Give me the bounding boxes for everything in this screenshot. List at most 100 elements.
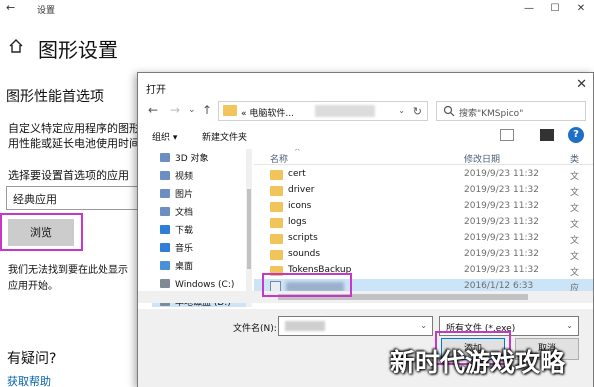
desktop-icon <box>160 261 170 270</box>
video-icon <box>160 171 170 180</box>
preview-pane-icon[interactable] <box>540 129 554 141</box>
file-name: logs <box>288 217 307 227</box>
dialog-title: 打开 <box>146 85 166 96</box>
horizontal-scrollbar[interactable] <box>138 291 593 303</box>
documents-icon <box>160 207 170 216</box>
back-arrow-icon[interactable]: ← <box>6 1 15 14</box>
dialog-close-button[interactable]: ✕ <box>576 77 587 92</box>
help-icon[interactable]: ? <box>568 127 584 143</box>
nav-item-label: 下载 <box>175 226 194 236</box>
file-date: 2019/9/23 11:32 <box>464 217 539 227</box>
window-controls: — ☐ ✕ <box>516 0 594 18</box>
file-list-header: ^ 名称 修改日期 类 <box>254 149 593 165</box>
blurred-path <box>315 105 375 117</box>
table-row[interactable]: icons 2019/9/23 11:32 文 <box>254 199 593 215</box>
nav-item-label: 音乐 <box>175 244 194 254</box>
browse-button[interactable]: 浏览 <box>8 219 74 246</box>
file-type: 文 <box>570 220 580 230</box>
settings-titlebar: ← 设置 — ☐ ✕ <box>0 0 594 18</box>
close-button[interactable]: ✕ <box>568 0 594 18</box>
description-line: 用性能或延长电池使用时间 <box>8 137 138 150</box>
address-dropdown-icon[interactable]: ⌄ <box>398 106 405 115</box>
file-type: 文 <box>570 188 580 198</box>
address-path: « 电脑软件... <box>241 109 294 119</box>
refresh-icon[interactable]: ↻ <box>413 105 422 118</box>
file-date: 2019/9/23 11:32 <box>464 169 539 179</box>
nav-item-music[interactable]: 音乐 <box>160 241 193 257</box>
file-date: 2019/9/23 11:32 <box>464 265 539 275</box>
folder-icon <box>270 170 283 180</box>
open-file-dialog: 打开 ✕ ← → ⌄ ↑ « 电脑软件... ⌄ ↻ 搜索"KMSpico" 组… <box>137 72 594 387</box>
folder-icon <box>270 202 283 212</box>
minimize-button[interactable]: — <box>516 0 542 18</box>
section-title: 图形性能首选项 <box>6 89 104 105</box>
up-icon[interactable]: ↑ <box>202 103 212 117</box>
file-date: 2019/9/23 11:32 <box>464 249 539 259</box>
nav-item-label: Windows (C:) <box>175 280 235 290</box>
nav-item-label: 视频 <box>175 172 194 182</box>
search-placeholder: 搜索"KMSpico" <box>459 109 524 119</box>
app-type-select[interactable]: 经典应用 <box>6 186 140 210</box>
file-name: scripts <box>288 233 318 243</box>
file-type: 文 <box>570 236 580 246</box>
nav-item-pictures[interactable]: 图片 <box>160 187 193 203</box>
folder-icon <box>270 250 283 260</box>
nav-item-3d-objects[interactable]: 3D 对象 <box>160 151 209 167</box>
view-options-icon[interactable] <box>500 129 514 141</box>
organize-menu[interactable]: 组织 ▾ <box>152 130 177 143</box>
watermark-text: 新时代游戏攻略 <box>390 348 566 377</box>
app-select-label: 选择要设置首选项的应用 <box>8 169 129 182</box>
file-name: icons <box>288 201 312 211</box>
3d-objects-icon <box>160 153 170 162</box>
file-name: cert <box>288 169 306 179</box>
file-name: sounds <box>288 249 321 259</box>
file-date: 2019/9/23 11:32 <box>464 185 539 195</box>
description-line: 自定义特定应用程序的图形 <box>8 122 138 135</box>
navigation-pane: 3D 对象 视频 图片 文档 下载 音乐 桌面 Windows (C:) 本地磁… <box>138 149 252 307</box>
forward-icon[interactable]: → <box>170 103 180 117</box>
pictures-icon <box>160 189 170 198</box>
table-row[interactable]: sounds 2019/9/23 11:32 文 <box>254 247 593 263</box>
nav-item-label: 文档 <box>175 208 194 218</box>
column-name[interactable]: 名称 <box>270 152 288 165</box>
message-line: 我们无法找到要在此处显示 <box>8 265 128 276</box>
folder-icon <box>223 105 237 116</box>
nav-item-label: 图片 <box>175 190 194 200</box>
nav-item-desktop[interactable]: 桌面 <box>160 259 193 275</box>
drive-icon <box>160 279 170 288</box>
nav-item-videos[interactable]: 视频 <box>160 169 193 185</box>
folder-icon <box>270 186 283 196</box>
filename-input[interactable]: ⌄ <box>278 316 433 336</box>
file-name: driver <box>288 185 315 195</box>
maximize-button[interactable]: ☐ <box>542 0 568 18</box>
file-date: 2016/1/12 6:33 <box>464 281 534 291</box>
column-date[interactable]: 修改日期 <box>464 152 500 165</box>
table-row[interactable]: cert 2019/9/23 11:32 文 <box>254 167 593 183</box>
section-description: 自定义特定应用程序的图形 用性能或延长电池使用时间 <box>8 121 138 151</box>
address-bar[interactable]: « 电脑软件... ⌄ ↻ <box>218 101 428 121</box>
nav-scroll-thumb[interactable] <box>247 189 251 269</box>
table-row[interactable]: logs 2019/9/23 11:32 文 <box>254 215 593 231</box>
questions-heading: 有疑问? <box>7 351 57 367</box>
new-folder-button[interactable]: 新建文件夹 <box>202 130 247 143</box>
page-title: 图形设置 <box>38 38 118 62</box>
nav-item-documents[interactable]: 文档 <box>160 205 193 221</box>
nav-scrollbar[interactable] <box>246 149 252 307</box>
nav-item-label: 桌面 <box>175 262 194 272</box>
blurred-filename <box>285 321 325 331</box>
nav-item-label: 3D 对象 <box>175 154 209 164</box>
nav-item-downloads[interactable]: 下载 <box>160 223 193 239</box>
column-type[interactable]: 类 <box>570 152 579 165</box>
back-icon[interactable]: ← <box>148 103 158 117</box>
table-row[interactable]: driver 2019/9/23 11:32 文 <box>254 183 593 199</box>
recent-dropdown-icon[interactable]: ⌄ <box>188 105 196 115</box>
filename-dropdown-icon[interactable]: ⌄ <box>420 321 427 330</box>
table-row[interactable]: scripts 2019/9/23 11:32 文 <box>254 231 593 247</box>
filter-dropdown-icon[interactable]: ⌄ <box>566 321 573 330</box>
search-box[interactable]: 搜索"KMSpico" <box>436 101 586 121</box>
get-help-link[interactable]: 获取帮助 <box>7 373 51 387</box>
search-icon <box>443 105 455 117</box>
home-icon[interactable] <box>8 38 24 54</box>
no-apps-message: 我们无法找到要在此处显示 应用开始。 <box>8 263 138 295</box>
file-type: 文 <box>570 204 580 214</box>
